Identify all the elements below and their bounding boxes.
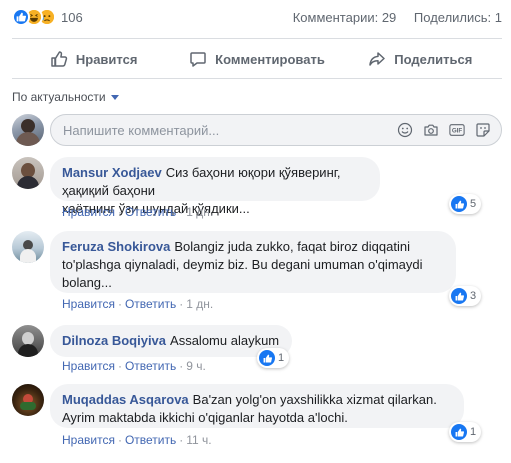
comment-meta: Нравится · Ответить · 11 ч.: [62, 433, 212, 447]
comment-like-count[interactable]: 1: [257, 348, 290, 368]
sticker-icon[interactable]: [475, 122, 491, 138]
comment-author-link[interactable]: Feruza Shokirova: [62, 239, 170, 254]
comment-text: Ba'zan yolg'on yaxshilikka xizmat qilark…: [192, 392, 437, 407]
comment-item: Muqaddas Asqarova Ba'zan yolg'on yaxshili…: [12, 384, 502, 450]
like-button[interactable]: Нравится: [12, 42, 175, 76]
comment-bubble: Muqaddas Asqarova Ba'zan yolg'on yaxshili…: [50, 384, 464, 428]
comment-input-box: GIF: [50, 114, 502, 146]
divider: [12, 78, 502, 79]
comment-reply-link[interactable]: Ответить: [125, 205, 176, 219]
sort-dropdown[interactable]: По актуальности: [12, 90, 119, 104]
reaction-summary: 106 Комментарии: 29 Поделились: 1: [12, 6, 502, 28]
comment-author-link[interactable]: Dilnoza Boqiyiva: [62, 333, 166, 348]
share-button-label: Поделиться: [394, 51, 473, 67]
like-count: 5: [470, 198, 477, 210]
comment-item: Feruza Shokirova Bolangiz juda zukko, faq…: [12, 231, 502, 311]
comment-button[interactable]: Комментировать: [175, 42, 338, 76]
shares-count-link[interactable]: Поделились: 1: [414, 10, 502, 25]
like-mini-icon: [451, 288, 467, 304]
gif-icon[interactable]: GIF: [449, 122, 465, 138]
divider: [12, 38, 502, 39]
caret-down-icon: [110, 94, 119, 100]
comment-text: bolang...: [62, 275, 112, 290]
reaction-count[interactable]: 106: [61, 10, 83, 25]
comment-bubble: Feruza Shokirova Bolangiz juda zukko, faq…: [50, 231, 456, 293]
like-mini-icon: [451, 424, 467, 440]
comment-like-link[interactable]: Нравится: [62, 297, 115, 311]
svg-text:GIF: GIF: [452, 128, 463, 135]
sort-label: По актуальности: [12, 90, 106, 104]
thumbs-up-icon: [51, 51, 68, 67]
like-mini-icon: [451, 196, 467, 212]
comments-count-link[interactable]: Комментарии: 29: [293, 10, 397, 25]
commenter-avatar[interactable]: [12, 231, 44, 263]
comment-button-label: Комментировать: [215, 51, 325, 67]
comment-like-link[interactable]: Нравится: [62, 433, 115, 447]
like-count: 1: [278, 352, 285, 364]
comment-author-link[interactable]: Muqaddas Asqarova: [62, 392, 189, 407]
commenter-avatar[interactable]: [12, 157, 44, 189]
comment-icon: [190, 52, 206, 67]
comment-text: Ayrim maktabda ikkichi o'qiganlar hayotd…: [62, 410, 348, 425]
comment-item: Dilnoza Boqiyiva Assalomu alaykum 1 Нрави…: [12, 325, 502, 373]
comment-item: Mansur Xodjaev Сиз баҳони юқори қўяверинг…: [12, 157, 502, 219]
comment-timestamp[interactable]: 1 дн.: [186, 205, 213, 219]
comment-input[interactable]: [63, 122, 387, 138]
comment-timestamp[interactable]: 1 дн.: [186, 297, 213, 311]
comment-bubble: Dilnoza Boqiyiva Assalomu alaykum: [50, 325, 292, 357]
comment-meta: Нравится · Ответить · 1 дн.: [62, 205, 214, 219]
comment-reply-link[interactable]: Ответить: [125, 433, 176, 447]
comment-author-link[interactable]: Mansur Xodjaev: [62, 165, 162, 180]
commenter-avatar[interactable]: [12, 384, 44, 416]
comment-text: Assalomu alaykum: [170, 333, 280, 348]
comment-like-count[interactable]: 1: [449, 422, 482, 442]
commenter-avatar[interactable]: [12, 325, 44, 357]
comment-timestamp[interactable]: 9 ч.: [186, 359, 206, 373]
action-bar: Нравится Комментировать Поделиться: [12, 42, 502, 76]
emoji-icon[interactable]: [397, 122, 413, 138]
like-button-label: Нравится: [75, 51, 138, 67]
like-count: 3: [470, 290, 477, 302]
share-button[interactable]: Поделиться: [339, 42, 502, 76]
like-mini-icon: [259, 350, 275, 366]
comment-text: Bolangiz juda zukko, faqat biroz diqqati…: [174, 239, 410, 254]
comment-meta: Нравится · Ответить · 9 ч.: [62, 359, 206, 373]
comment-meta: Нравится · Ответить · 1 дн.: [62, 297, 214, 311]
camera-icon[interactable]: [423, 122, 439, 138]
comment-timestamp[interactable]: 11 ч.: [186, 433, 211, 447]
share-icon: [369, 52, 386, 66]
reactions-button[interactable]: 106: [12, 6, 83, 28]
like-count: 1: [470, 426, 477, 438]
comment-like-link[interactable]: Нравится: [62, 359, 115, 373]
comment-reply-link[interactable]: Ответить: [125, 359, 176, 373]
comment-composer: GIF: [12, 113, 502, 147]
comment-text: to'plashga qiynaladi, deymiz biz. Bu deg…: [62, 257, 423, 272]
comment-like-link[interactable]: Нравится: [62, 205, 115, 219]
comment-reply-link[interactable]: Ответить: [125, 297, 176, 311]
current-user-avatar[interactable]: [12, 114, 44, 146]
comment-like-count[interactable]: 5: [449, 194, 482, 214]
like-reaction-icon: [12, 8, 30, 26]
comment-like-count[interactable]: 3: [449, 286, 482, 306]
comment-bubble: Mansur Xodjaev Сиз баҳони юқори қўяверинг…: [50, 157, 380, 216]
